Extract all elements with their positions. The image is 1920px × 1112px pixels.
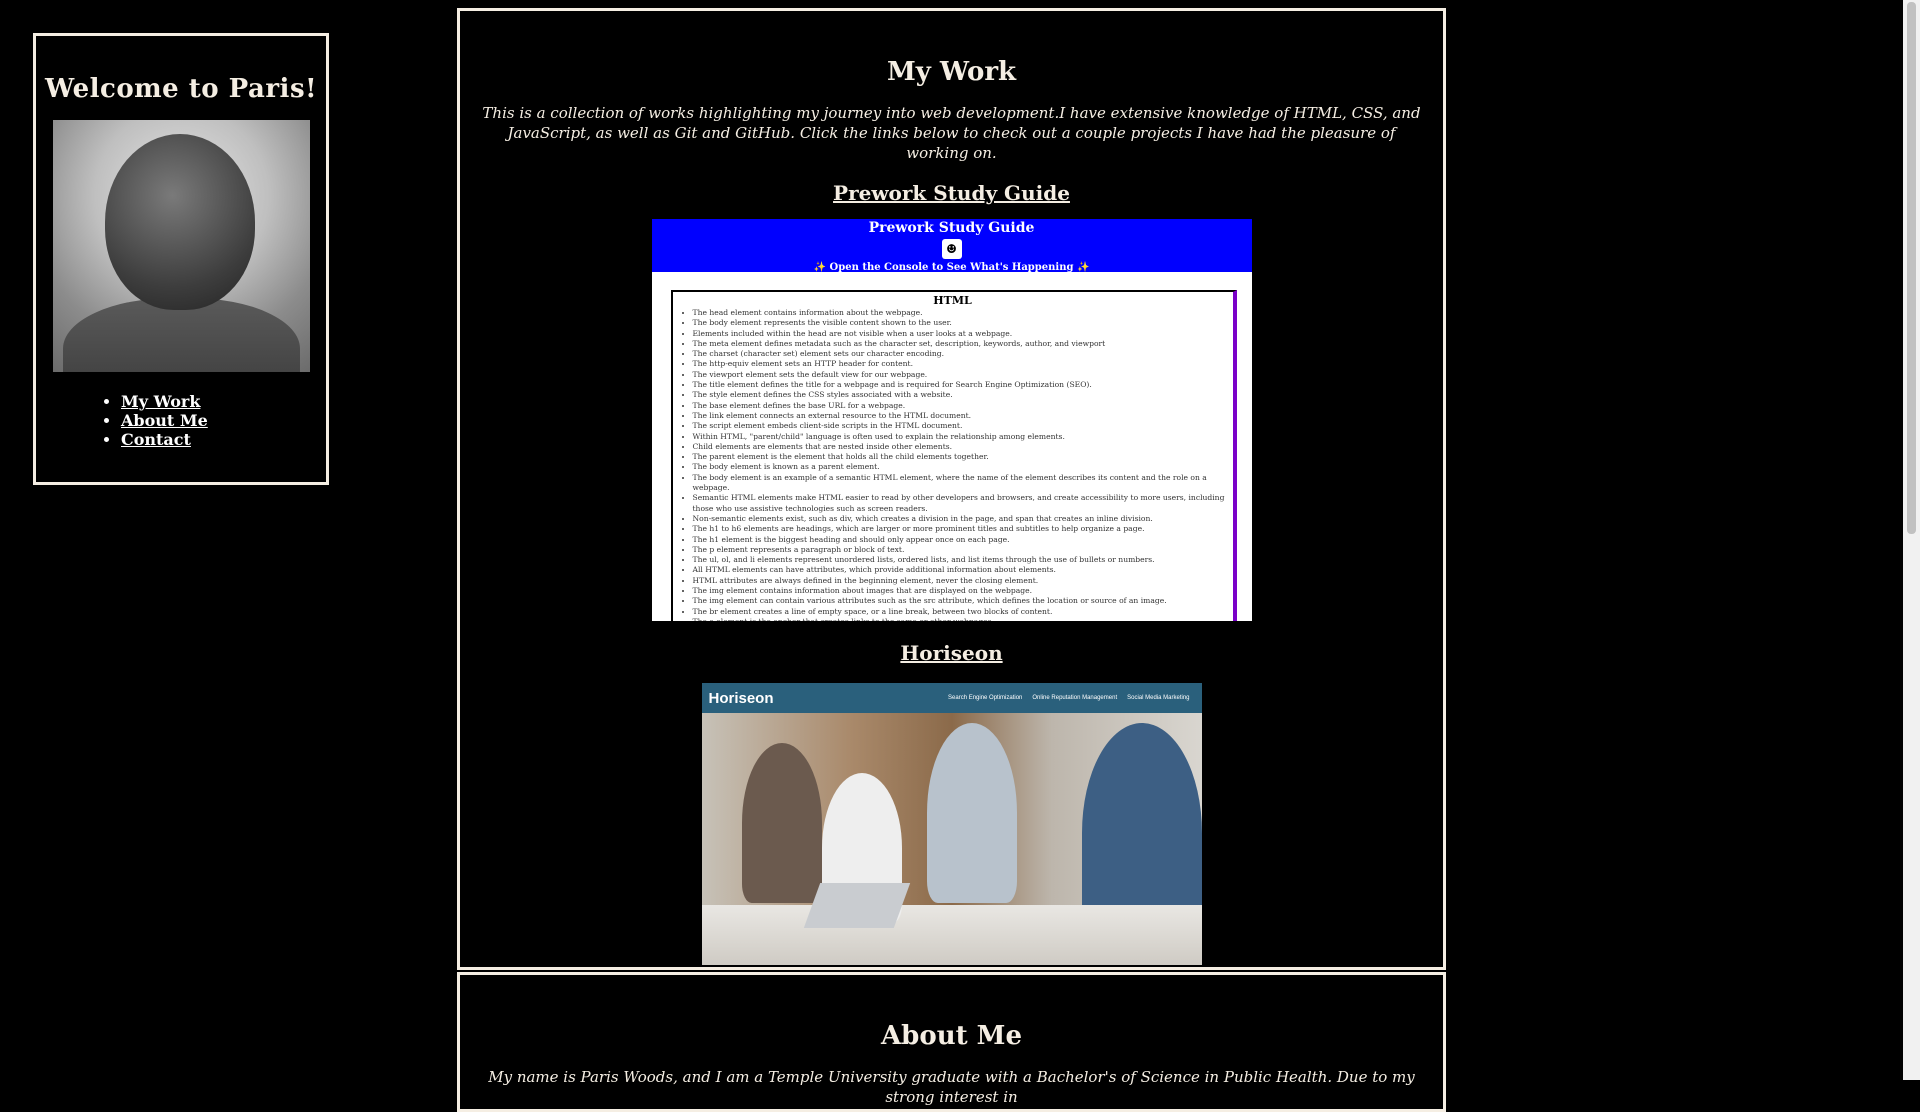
photo-person <box>926 723 1017 903</box>
prework-list-item: The p element represents a paragraph or … <box>693 545 1229 555</box>
nav-link-about-me[interactable]: About Me <box>121 411 208 430</box>
prework-list-item: All HTML elements can have attributes, w… <box>693 565 1229 575</box>
horiseon-preview-image[interactable]: Horiseon Search Engine Optimization Onli… <box>701 683 1202 965</box>
prework-preview-header: Prework Study Guide ☻ ✨ Open the Console… <box>651 219 1252 273</box>
nav-item-contact: Contact <box>121 430 326 449</box>
prework-list-item: HTML attributes are always defined in th… <box>693 576 1229 586</box>
photo-person <box>741 743 822 903</box>
prework-preview-image[interactable]: Prework Study Guide ☻ ✨ Open the Console… <box>651 219 1252 621</box>
prework-preview-card: HTML The head element contains informati… <box>670 290 1237 621</box>
prework-list-item: The img element can contain various attr… <box>693 596 1229 606</box>
about-me-section: About Me My name is Paris Woods, and I a… <box>457 972 1446 1112</box>
prework-list-item: The script element embeds client-side sc… <box>693 421 1229 431</box>
nav-link-my-work[interactable]: My Work <box>121 392 200 411</box>
prework-list-item: The http-equiv element sets an HTTP head… <box>693 359 1229 369</box>
avatar <box>52 120 310 372</box>
nav-item-my-work: My Work <box>121 392 326 411</box>
about-me-intro: My name is Paris Woods, and I am a Templ… <box>488 1068 1415 1106</box>
prework-list-item: The body element is an example of a sema… <box>693 473 1229 494</box>
prework-list-item: The viewport element sets the default vi… <box>693 370 1229 380</box>
about-me-heading: About Me <box>881 1021 1022 1051</box>
prework-preview-subtitle: ✨ Open the Console to See What's Happeni… <box>813 262 1090 273</box>
prework-list-item: The style element defines the CSS styles… <box>693 390 1229 400</box>
prework-card-title: HTML <box>933 294 972 307</box>
horiseon-preview-nav: Horiseon Search Engine Optimization Onli… <box>701 683 1202 713</box>
prework-link[interactable]: Prework Study Guide <box>833 181 1070 205</box>
horiseon-hero-photo <box>701 713 1202 965</box>
horiseon-link[interactable]: Horiseon <box>900 641 1002 665</box>
github-icon: ☻ <box>941 239 962 259</box>
nav-link-contact[interactable]: Contact <box>121 430 191 449</box>
prework-list-item: The link element connects an external re… <box>693 411 1229 421</box>
sidebar: Welcome to Paris! My Work About Me Conta… <box>33 33 329 485</box>
horiseon-nav-link: Search Engine Optimization <box>948 695 1023 701</box>
prework-list-item: The body element is known as a parent el… <box>693 462 1229 472</box>
horiseon-nav-links: Search Engine Optimization Online Reputa… <box>948 695 1189 701</box>
prework-list-item: The img element contains information abo… <box>693 586 1229 596</box>
prework-preview-title: Prework Study Guide <box>868 220 1035 236</box>
prework-list-item: Within HTML, "parent/child" language is … <box>693 432 1229 442</box>
prework-list-item: The base element defines the base URL fo… <box>693 401 1229 411</box>
prework-list-item: The h1 to h6 elements are headings, whic… <box>693 524 1229 534</box>
prework-list-item: The parent element is the element that h… <box>693 452 1229 462</box>
prework-list-item: The body element represents the visible … <box>693 318 1229 328</box>
prework-list-item: Semantic HTML elements make HTML easier … <box>693 493 1229 514</box>
prework-list-item: The ul, ol, and li elements represent un… <box>693 555 1229 565</box>
prework-list-item: The br element creates a line of empty s… <box>693 607 1229 617</box>
prework-list-item: The title element defines the title for … <box>693 380 1229 390</box>
horiseon-nav-link: Social Media Marketing <box>1127 695 1190 701</box>
scrollbar-thumb[interactable] <box>1907 2 1916 534</box>
prework-list-item: The charset (character set) element sets… <box>693 349 1229 359</box>
photo-table <box>701 905 1202 965</box>
my-work-intro: This is a collection of works highlighti… <box>482 104 1421 162</box>
prework-card-list: The head element contains information ab… <box>677 308 1229 621</box>
prework-list-item: Non-semantic elements exist, such as div… <box>693 514 1229 524</box>
my-work-heading: My Work <box>886 57 1017 87</box>
avatar-head <box>104 134 255 310</box>
photo-laptop <box>803 883 910 928</box>
horiseon-brand: Horiseon <box>708 689 774 707</box>
my-work-section: My Work This is a collection of works hi… <box>457 8 1446 970</box>
prework-list-item: The head element contains information ab… <box>693 308 1229 318</box>
prework-list-item: Elements included within the head are no… <box>693 329 1229 339</box>
sidebar-title: Welcome to Paris! <box>44 74 317 104</box>
horiseon-nav-link: Online Reputation Management <box>1032 695 1118 701</box>
prework-list-item: The h1 element is the biggest heading an… <box>693 535 1229 545</box>
prework-list-item: The meta element defines metadata such a… <box>693 339 1229 349</box>
sidebar-nav: My Work About Me Contact <box>36 392 326 449</box>
nav-item-about-me: About Me <box>121 411 326 430</box>
page-scrollbar[interactable] <box>1903 0 1920 1080</box>
prework-list-item: The a element is the anchor that creates… <box>693 617 1229 621</box>
prework-list-item: Child elements are elements that are nes… <box>693 442 1229 452</box>
